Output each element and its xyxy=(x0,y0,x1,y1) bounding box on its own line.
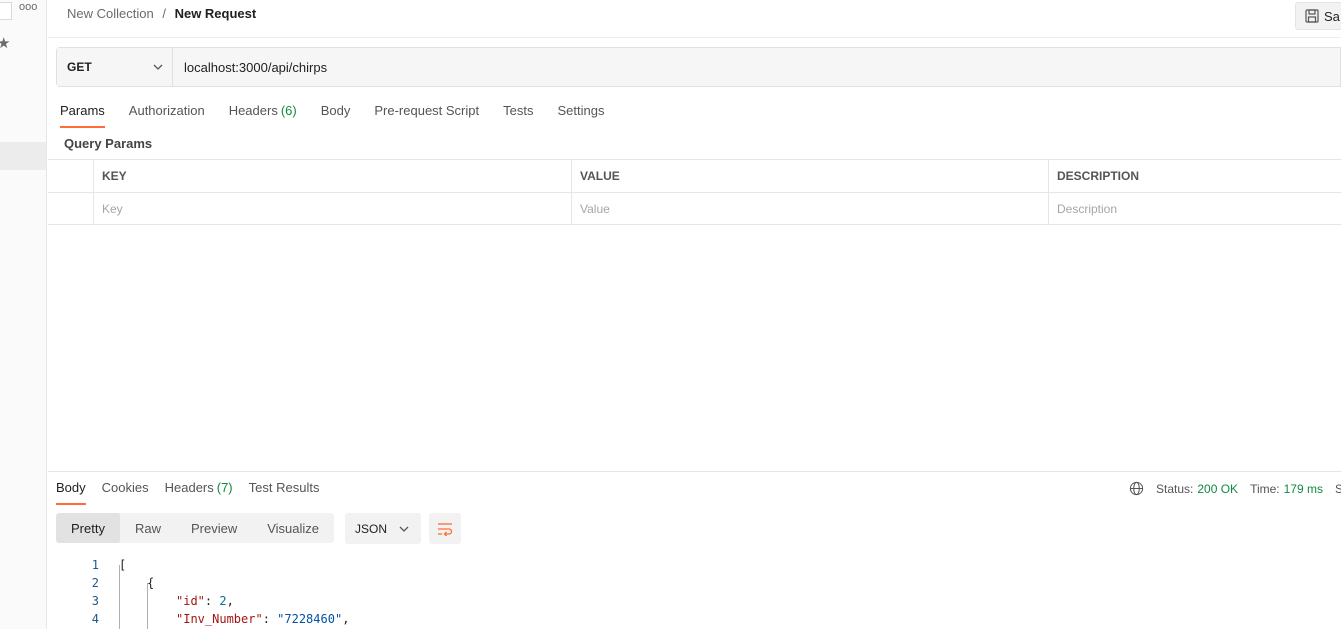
json-key: "id" xyxy=(176,594,205,608)
code-text: "id": 2, xyxy=(176,594,234,608)
tab-response-body[interactable]: Body xyxy=(56,480,86,505)
request-header: New Collection / New Request Sa xyxy=(48,0,1341,38)
params-header-row: KEY VALUE DESCRIPTION xyxy=(48,159,1341,192)
wrap-lines-icon xyxy=(438,522,453,536)
key-input[interactable]: Key xyxy=(93,193,571,224)
chevron-down-icon xyxy=(153,64,163,70)
more-options-icon[interactable]: ooo xyxy=(19,1,37,13)
save-label: Sa xyxy=(1324,8,1340,24)
format-visualize[interactable]: Visualize xyxy=(252,513,334,543)
tab-label: Body xyxy=(320,103,351,118)
tab-pre-request-script[interactable]: Pre-request Script xyxy=(374,100,479,128)
breadcrumb-collection[interactable]: New Collection xyxy=(67,6,154,21)
tab-cookies[interactable]: Cookies xyxy=(102,480,149,505)
json-key: "Inv_Number" xyxy=(176,612,263,626)
params-table: KEY VALUE DESCRIPTION Key Value Descript… xyxy=(48,159,1341,225)
format-preview[interactable]: Preview xyxy=(176,513,252,543)
language-label: JSON xyxy=(355,521,388,536)
time-label: Time: xyxy=(1250,481,1280,496)
response-pane: Body Cookies Headers (7) Test Results Sta… xyxy=(48,471,1341,629)
tab-label: Test Results xyxy=(248,480,320,495)
url-input[interactable] xyxy=(173,48,1340,86)
method-select[interactable]: GET xyxy=(57,48,173,86)
row-handle xyxy=(48,160,93,192)
tab-authorization[interactable]: Authorization xyxy=(129,100,205,128)
collections-sidebar: ooo ★ xyxy=(0,0,47,629)
response-body-code[interactable]: 1 [ 2 { 3 "id": 2, 4 "Inv_Number": "7228… xyxy=(48,556,350,629)
tab-tests[interactable]: Tests xyxy=(503,100,533,128)
format-tabs: Pretty Raw Preview Visualize xyxy=(56,513,335,543)
tab-label: Params xyxy=(60,103,105,118)
column-header-key: KEY xyxy=(93,160,571,192)
line-number: 1 xyxy=(91,558,99,572)
size-label: Si xyxy=(1334,481,1341,496)
tab-settings[interactable]: Settings xyxy=(557,100,604,128)
line-number: 2 xyxy=(91,576,99,590)
format-pretty[interactable]: Pretty xyxy=(56,513,120,543)
tab-params[interactable]: Params xyxy=(60,100,105,128)
breadcrumb-request-name[interactable]: New Request xyxy=(175,6,257,21)
tab-label: Headers xyxy=(164,480,214,495)
sidebar-search-box[interactable] xyxy=(0,2,12,20)
code-text: { xyxy=(147,576,155,590)
time-value[interactable]: 179 ms xyxy=(1284,482,1323,496)
row-handle xyxy=(48,193,93,224)
code-line: 3 "id": 2, xyxy=(48,592,234,610)
language-select[interactable]: JSON xyxy=(345,513,421,544)
tab-label: Cookies xyxy=(101,480,149,495)
value-input[interactable]: Value xyxy=(571,193,1048,224)
line-number: 4 xyxy=(91,612,99,626)
code-text: [ xyxy=(119,558,127,572)
code-line: 2 { xyxy=(48,574,154,592)
tab-test-results[interactable]: Test Results xyxy=(249,480,320,505)
tab-response-headers[interactable]: Headers (7) xyxy=(165,480,233,505)
response-meta: Status: 200 OK Time: 179 ms Si xyxy=(1129,481,1341,496)
json-number: 2 xyxy=(219,594,227,608)
format-raw[interactable]: Raw xyxy=(120,513,176,543)
chevron-down-icon xyxy=(399,526,409,532)
line-number: 3 xyxy=(91,594,99,608)
wrap-lines-button[interactable] xyxy=(429,513,461,544)
tab-label: Settings xyxy=(557,103,605,118)
query-params-heading: Query Params xyxy=(64,136,153,151)
tab-label: Pre-request Script xyxy=(374,103,480,118)
request-tabs: Params Authorization Headers (6) Body Pre… xyxy=(60,100,628,128)
description-input[interactable]: Description xyxy=(1048,193,1341,224)
table-row: Key Value Description xyxy=(48,192,1341,225)
status-value[interactable]: 200 OK xyxy=(1197,482,1238,496)
globe-icon[interactable] xyxy=(1129,481,1144,496)
method-label: GET xyxy=(67,60,92,74)
json-string: "7228460" xyxy=(277,612,343,626)
tab-body[interactable]: Body xyxy=(321,100,351,128)
tab-headers[interactable]: Headers (6) xyxy=(229,100,297,128)
response-tabs: Body Cookies Headers (7) Test Results xyxy=(56,480,335,505)
star-icon[interactable]: ★ xyxy=(0,34,10,52)
code-text: "Inv_Number": "7228460", xyxy=(176,612,350,626)
code-line: 1 [ xyxy=(48,556,126,574)
tab-label: Authorization xyxy=(128,103,205,118)
headers-count-badge: (6) xyxy=(280,103,297,118)
column-header-value: VALUE xyxy=(571,160,1048,192)
column-header-description: DESCRIPTION xyxy=(1048,160,1341,192)
save-icon xyxy=(1305,9,1319,23)
url-bar: GET xyxy=(56,47,1341,87)
indent-guide xyxy=(119,565,120,629)
tab-label: Tests xyxy=(503,103,534,118)
status-label: Status: xyxy=(1156,481,1194,496)
headers-count-badge: (7) xyxy=(216,480,233,495)
tab-label: Headers xyxy=(228,103,278,118)
sidebar-selected-item[interactable] xyxy=(0,142,46,170)
tab-label: Body xyxy=(56,480,86,495)
save-button[interactable]: Sa xyxy=(1295,2,1341,30)
breadcrumb: New Collection / New Request xyxy=(67,6,256,21)
breadcrumb-separator: / xyxy=(162,6,166,21)
code-line: 4 "Inv_Number": "7228460", xyxy=(48,610,350,628)
